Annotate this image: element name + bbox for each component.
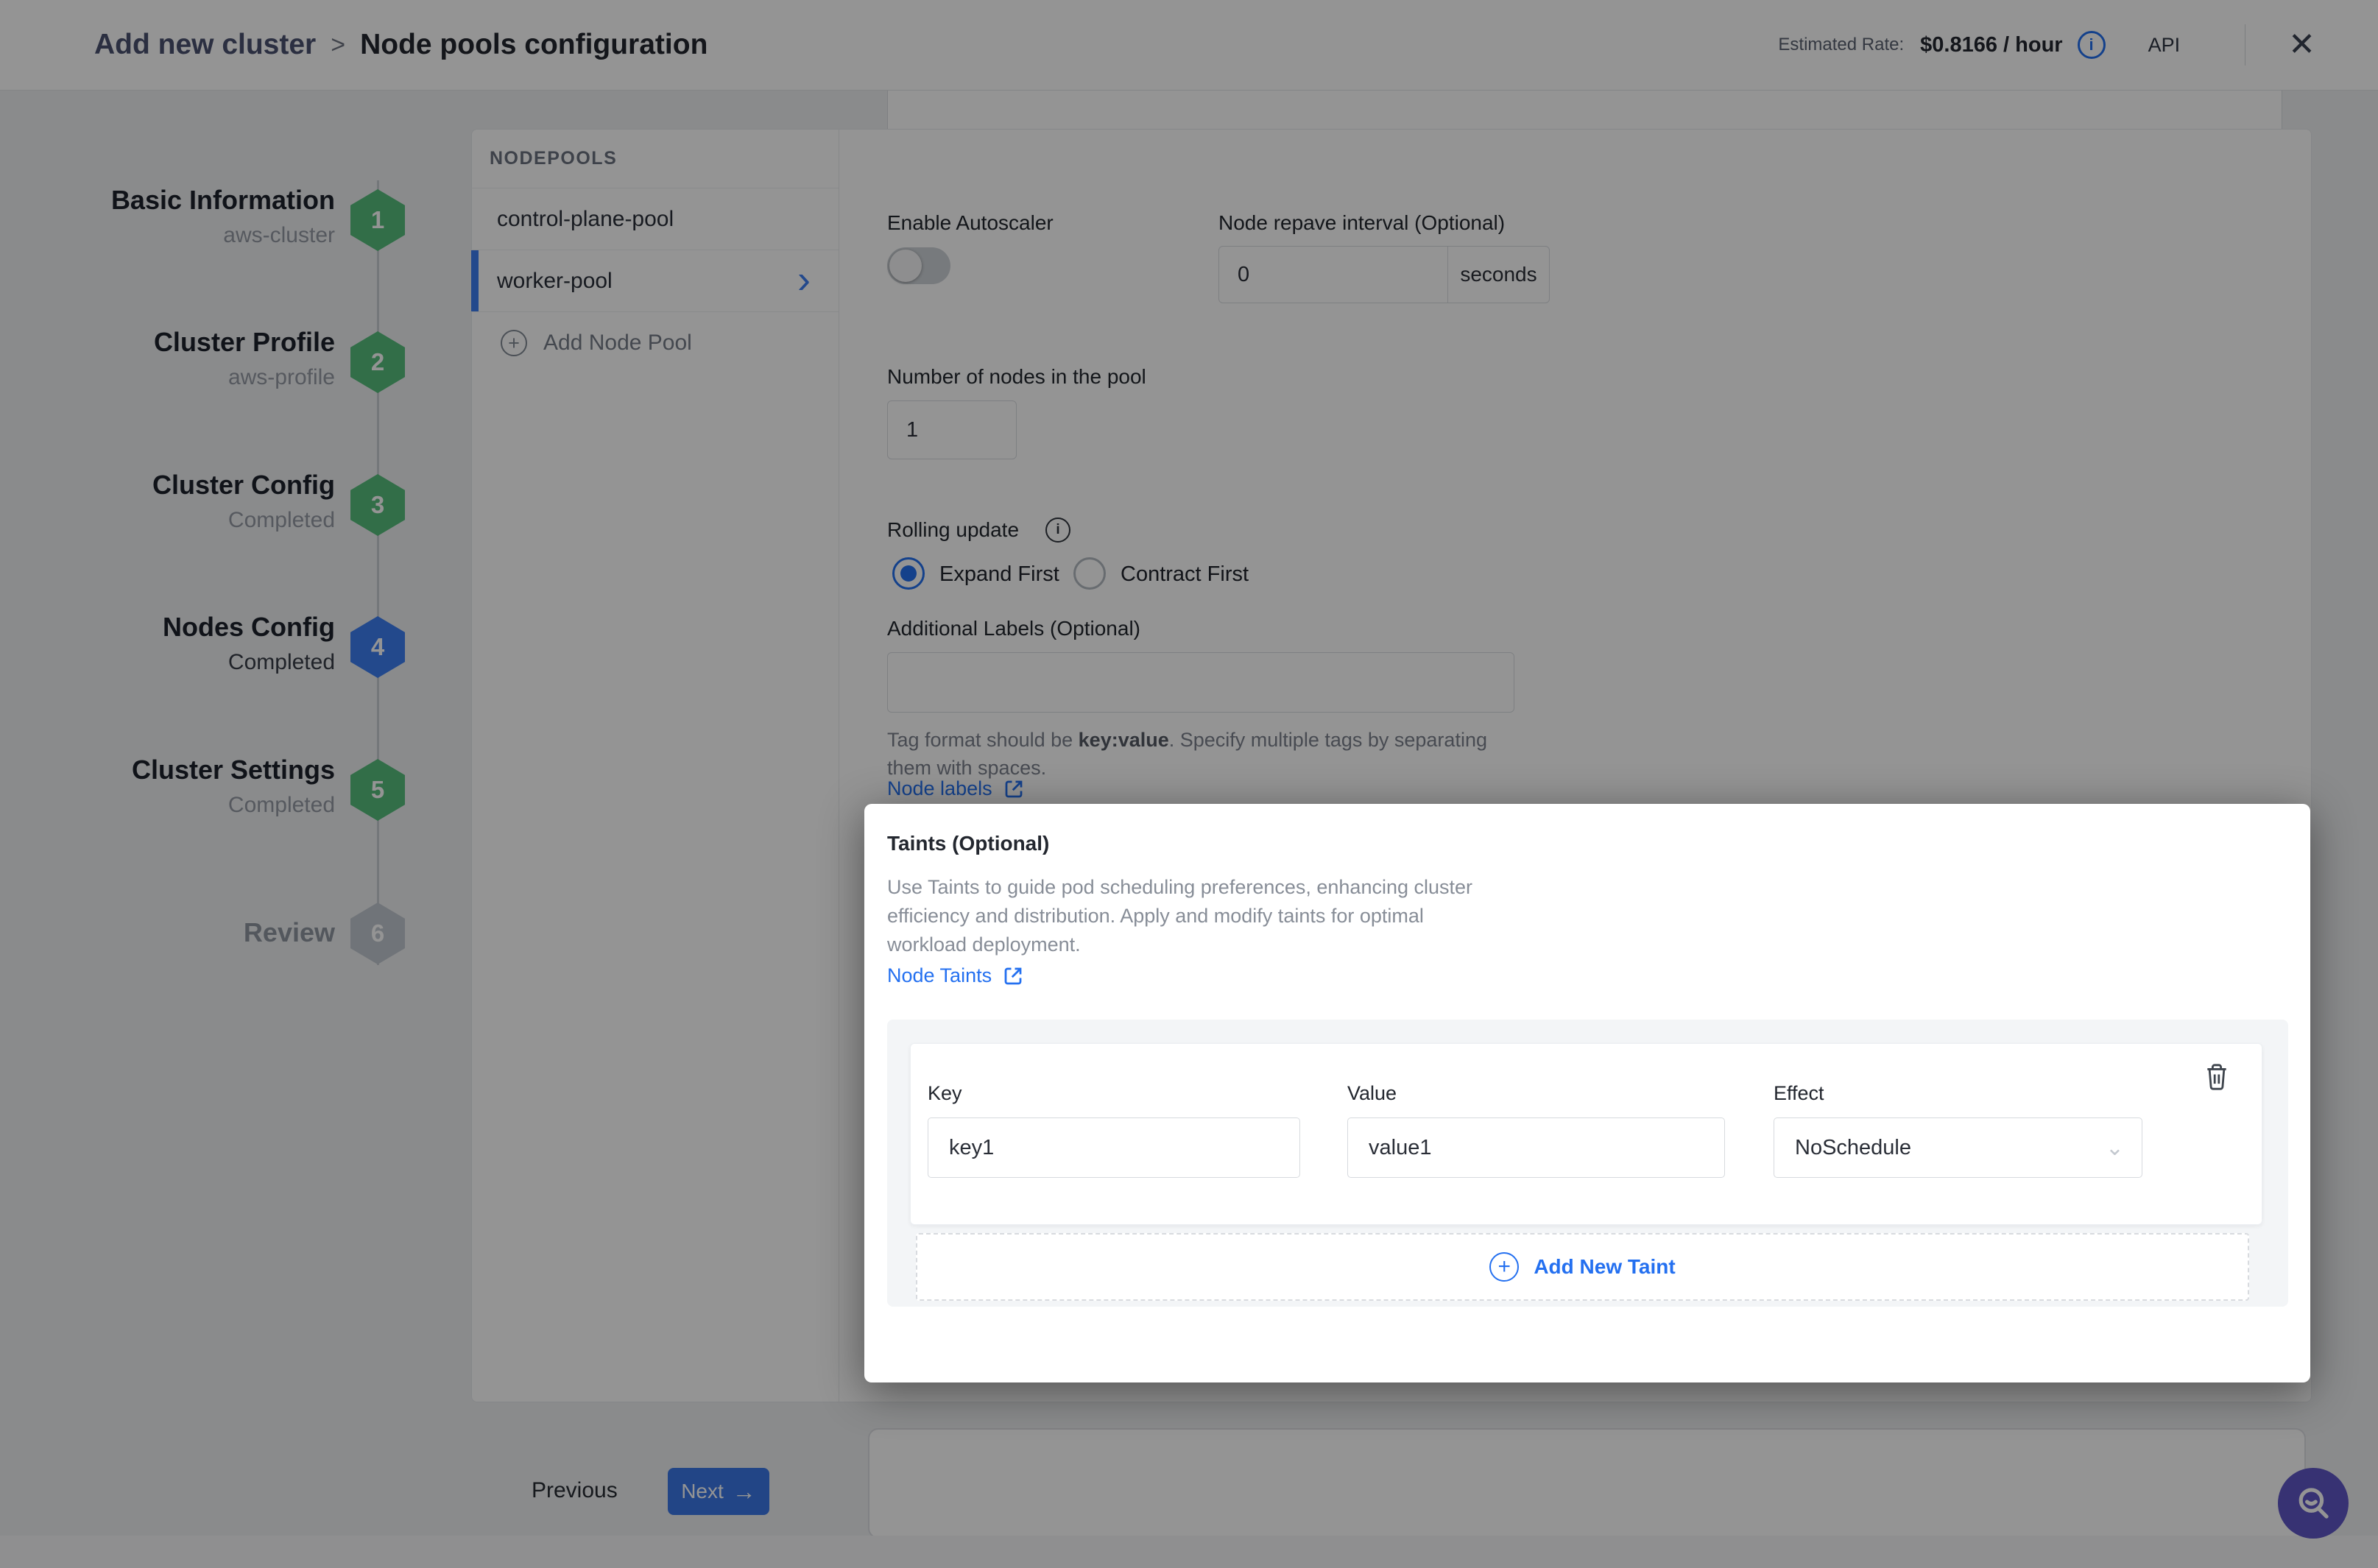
taints-list-container: Key Value Effect NoSchedule ⌄ + Add New …: [887, 1020, 2288, 1307]
taint-effect-value: NoSchedule: [1795, 1136, 1911, 1160]
taints-heading: Taints (Optional): [887, 832, 1049, 855]
cluster-wizard-screen: Add new cluster > Node pools configurati…: [0, 0, 2378, 1568]
add-new-taint-button[interactable]: + Add New Taint: [916, 1233, 2249, 1301]
add-new-taint-label: Add New Taint: [1534, 1255, 1675, 1279]
plus-circle-icon: +: [1489, 1252, 1519, 1282]
taint-key-label: Key: [928, 1082, 962, 1105]
taint-key-input[interactable]: [928, 1117, 1300, 1178]
taints-spotlight-card: Taints (Optional) Use Taints to guide po…: [864, 804, 2310, 1382]
chevron-down-icon: ⌄: [2106, 1135, 2124, 1161]
taint-effect-label: Effect: [1774, 1082, 1824, 1105]
taint-effect-select[interactable]: NoSchedule ⌄: [1774, 1117, 2142, 1178]
taint-value-input[interactable]: [1347, 1117, 1725, 1178]
node-taints-link[interactable]: Node Taints: [887, 964, 1024, 987]
node-taints-link-text: Node Taints: [887, 964, 992, 987]
taint-value-label: Value: [1347, 1082, 1397, 1105]
taints-description: Use Taints to guide pod scheduling prefe…: [887, 873, 1472, 959]
trash-icon[interactable]: [2204, 1063, 2229, 1095]
taint-row: Key Value Effect NoSchedule ⌄: [910, 1043, 2262, 1225]
external-link-icon: [1002, 965, 1024, 987]
